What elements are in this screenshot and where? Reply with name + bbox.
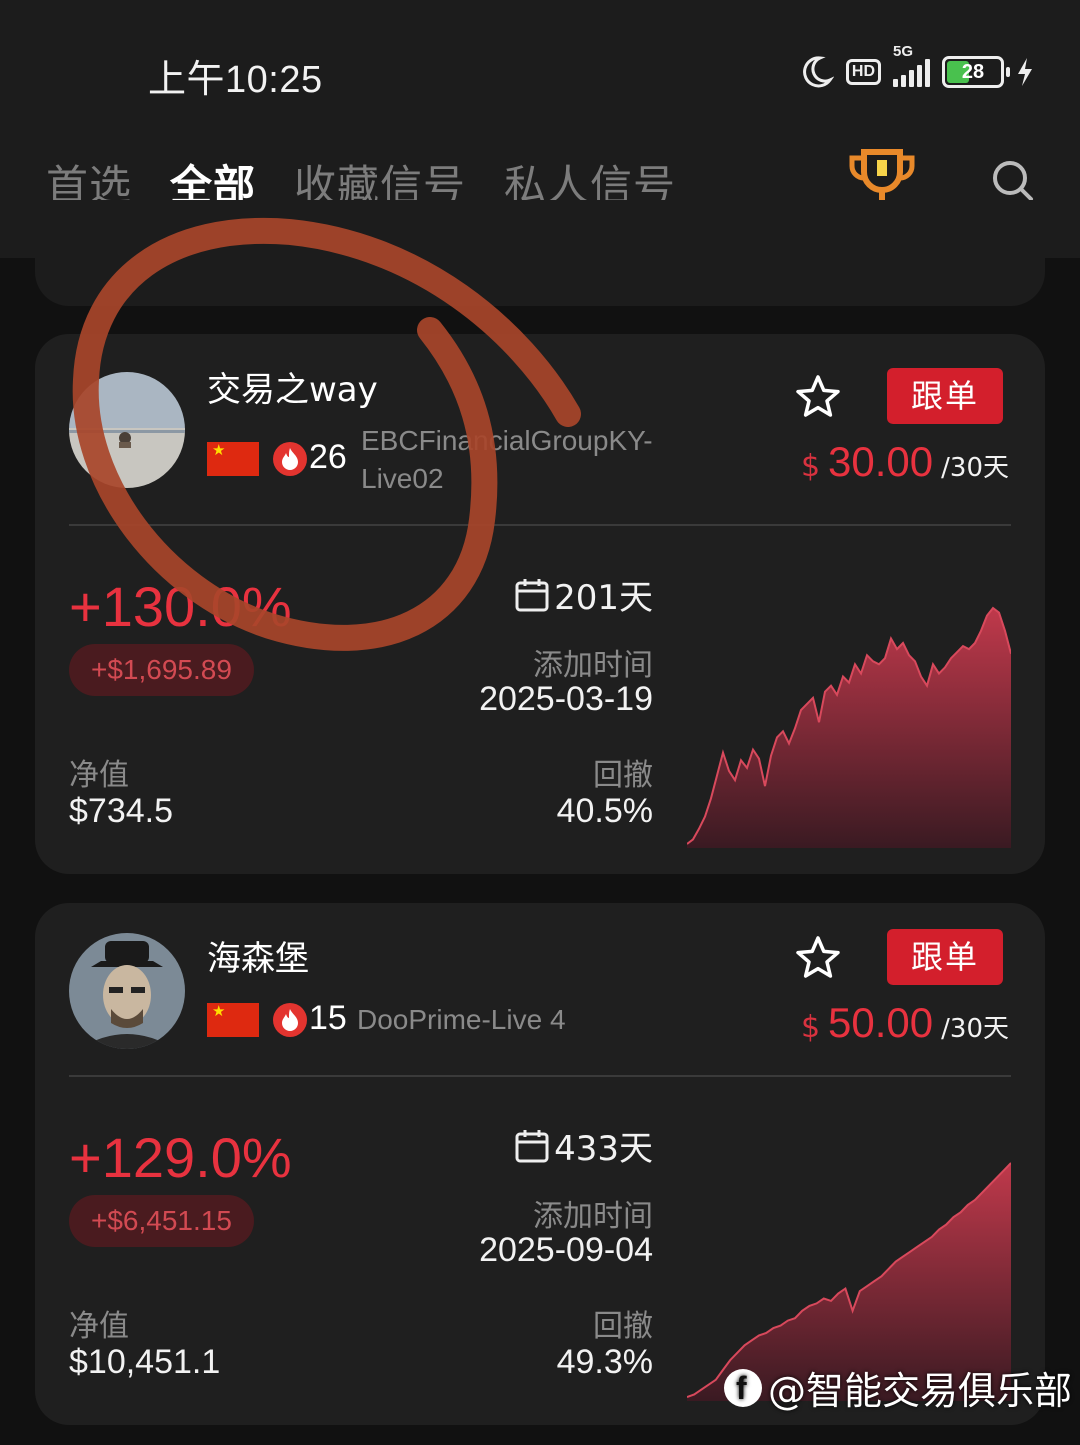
- signal-icon: 5G: [893, 43, 930, 87]
- profit-badge: +$1,695.89: [69, 644, 254, 696]
- broker-server: DooPrime-Live 4: [357, 1001, 566, 1039]
- running-days-value: 433天: [554, 1129, 653, 1169]
- charging-icon: [1018, 58, 1032, 86]
- calendar-icon: [515, 578, 549, 611]
- added-time-label: 添加时间: [533, 1199, 653, 1234]
- broker-server: EBCFinancialGroupKY- Live02: [361, 422, 653, 498]
- system-icons: HD 5G 28: [798, 43, 1034, 94]
- added-date: 2025-09-04: [479, 1231, 653, 1269]
- price-amount: 50.00: [828, 999, 934, 1046]
- equity-label: 净值: [69, 1309, 129, 1344]
- trader-name: 交易之way: [207, 370, 378, 410]
- favorite-star-icon[interactable]: [795, 374, 841, 420]
- divider: [69, 524, 1011, 526]
- broker-server-line1: EBCFinancialGroupKY-: [361, 425, 653, 456]
- profit-badge: +$6,451.15: [69, 1195, 254, 1247]
- drawdown-label: 回撤: [593, 1309, 653, 1344]
- heat-count: 15: [309, 999, 347, 1037]
- moon-icon: [803, 56, 834, 88]
- facebook-icon: f: [724, 1368, 762, 1407]
- favorite-star-icon[interactable]: [795, 935, 841, 981]
- heat-count: 26: [309, 438, 347, 476]
- drawdown-label: 回撤: [593, 758, 653, 793]
- price-amount: 30.00: [828, 438, 934, 485]
- battery-level: 28: [961, 60, 985, 83]
- price-currency: $: [800, 1010, 821, 1045]
- added-date: 2025-03-19: [479, 680, 653, 718]
- network-type: 5G: [893, 43, 914, 60]
- watermark-text: @智能交易俱乐部: [768, 1369, 1073, 1413]
- return-percent: +130.0%: [69, 575, 292, 638]
- subscription-price: $ 50.00 /30天: [801, 999, 1009, 1047]
- search-icon[interactable]: [990, 158, 1034, 202]
- equity-value: $10,451.1: [69, 1343, 221, 1381]
- broker-server-line1: DooPrime-Live 4: [357, 1004, 566, 1035]
- drawdown-value: 49.3%: [556, 1343, 653, 1381]
- running-days: 433天: [514, 1121, 653, 1170]
- china-flag-icon: ★: [207, 442, 259, 476]
- follow-button[interactable]: 跟单: [887, 368, 1003, 424]
- fire-icon: [273, 1003, 307, 1037]
- equity-chart: [687, 606, 1011, 848]
- fire-icon: [273, 442, 307, 476]
- added-time-label: 添加时间: [533, 648, 653, 683]
- return-percent: +129.0%: [69, 1126, 292, 1189]
- status-time: 上午10:25: [148, 59, 323, 101]
- avatar: [69, 372, 185, 488]
- avatar: [69, 933, 185, 1049]
- drawdown-value: 40.5%: [556, 792, 653, 830]
- signal-card[interactable]: 交易之way ★ 26 EBCFinancialGroupKY- Live02 …: [35, 334, 1045, 874]
- equity-label: 净值: [69, 758, 129, 793]
- price-period: /30天: [941, 1014, 1009, 1044]
- watermark: f @智能交易俱乐部: [724, 1360, 1072, 1415]
- hd-badge: HD: [845, 59, 881, 85]
- broker-server-line2: Live02: [361, 463, 444, 494]
- divider: [69, 1075, 1011, 1077]
- china-flag-icon: ★: [207, 1003, 259, 1037]
- chart-area: [687, 608, 1011, 848]
- calendar-icon: [515, 1129, 549, 1162]
- follow-button[interactable]: 跟单: [887, 929, 1003, 985]
- price-currency: $: [800, 449, 821, 484]
- signal-card-previous[interactable]: [35, 200, 1045, 306]
- status-bar: 上午10:25 HD 5G 28: [0, 0, 1080, 130]
- subscription-price: $ 30.00 /30天: [801, 438, 1009, 486]
- battery-icon: 28: [942, 56, 1010, 88]
- trader-name: 海森堡: [207, 939, 309, 979]
- price-period: /30天: [941, 453, 1009, 483]
- running-days: 201天: [514, 570, 653, 619]
- signal-card[interactable]: 海森堡 ★ 15 DooPrime-Live 4 跟单 $ 50.00 /30天…: [35, 903, 1045, 1425]
- running-days-value: 201天: [554, 578, 653, 618]
- equity-value: $734.5: [69, 792, 173, 830]
